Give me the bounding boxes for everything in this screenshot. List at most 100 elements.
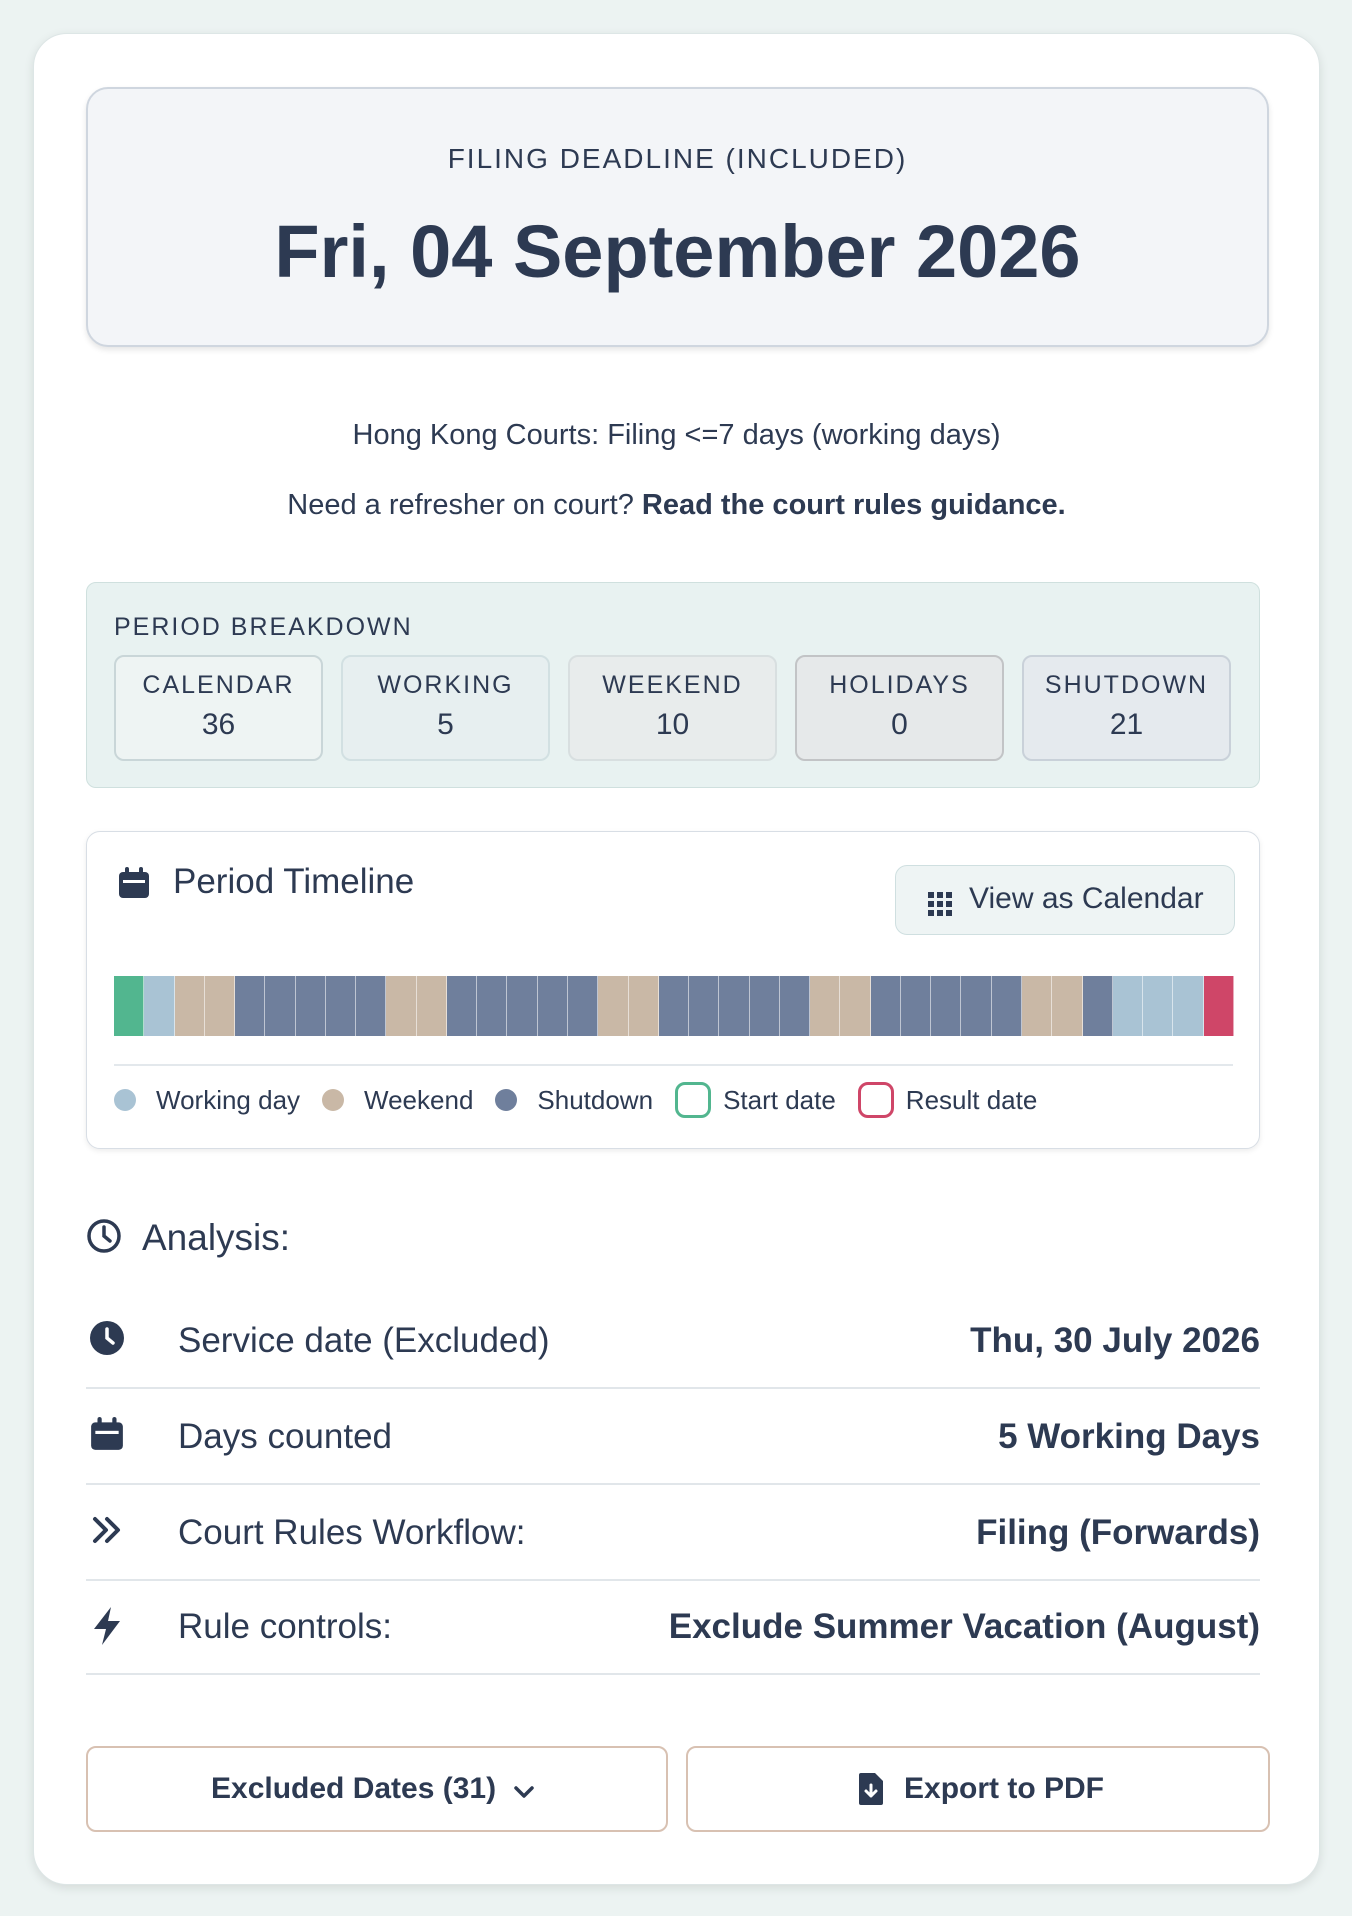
timeline-day-shutdown — [719, 976, 750, 1036]
timeline-day-shutdown — [265, 976, 296, 1036]
legend-item: Start date — [675, 1082, 836, 1118]
legend-item: Working day — [114, 1085, 300, 1116]
stat-label: WEEKEND — [602, 671, 743, 699]
timeline-day-result — [1203, 976, 1234, 1036]
stat-label: HOLIDAYS — [829, 671, 970, 699]
legend-label: Shutdown — [537, 1084, 654, 1115]
timeline-day-working — [144, 976, 175, 1036]
timeline-day-weekend — [174, 976, 205, 1036]
timeline-day-shutdown — [658, 976, 690, 1036]
timeline-day-shutdown — [870, 976, 901, 1036]
timeline-day-weekend — [628, 976, 659, 1036]
rule-description: Hong Kong Courts: Filing <=7 days (worki… — [352, 419, 1001, 451]
timeline-day-weekend — [840, 976, 871, 1036]
timeline-day-shutdown — [991, 976, 1022, 1036]
row-value: Filing (Forwards) — [976, 1513, 1260, 1552]
deadline-result-box: FILING DEADLINE (INCLUDED) Fri, 04 Septe… — [86, 87, 1269, 347]
timeline-day-shutdown — [900, 976, 932, 1036]
timeline-day-weekend — [810, 976, 841, 1036]
file-download-icon — [858, 1772, 884, 1814]
timeline-day-shutdown — [749, 976, 780, 1036]
stat-shutdown: SHUTDOWN 21 — [1022, 655, 1231, 761]
timeline-bar — [114, 976, 1234, 1036]
court-rules-guidance-link[interactable]: Read the court rules guidance. — [642, 489, 1066, 521]
stat-value: 36 — [201, 708, 236, 741]
timeline-day-weekend — [1021, 976, 1053, 1036]
legend-ring-icon — [675, 1082, 712, 1118]
chevron-down-icon — [512, 1778, 536, 1812]
divider — [114, 1064, 1233, 1066]
timeline-day-shutdown — [567, 976, 599, 1036]
deadline-label: FILING DEADLINE (INCLUDED) — [447, 143, 908, 174]
timeline-day-weekend — [1052, 976, 1083, 1036]
timeline-day-weekend — [598, 976, 629, 1036]
timeline-day-shutdown — [295, 976, 326, 1036]
timeline-day-shutdown — [779, 976, 811, 1036]
stat-value: 5 — [437, 708, 454, 741]
row-value: Thu, 30 July 2026 — [970, 1321, 1260, 1360]
analysis-row-days-counted: Days counted 5 Working Days — [86, 1389, 1260, 1485]
legend-ring-icon — [857, 1082, 894, 1118]
calendar-icon — [89, 1416, 125, 1457]
excluded-dates-button[interactable]: Excluded Dates (31) — [86, 1746, 668, 1832]
timeline-day-weekend — [416, 976, 447, 1036]
timeline-day-shutdown — [507, 976, 538, 1036]
legend-dot-icon — [322, 1089, 345, 1111]
legend-item: Result date — [857, 1082, 1038, 1118]
legend-dot-icon — [114, 1089, 136, 1111]
deadline-date: Fri, 04 September 2026 — [274, 210, 1081, 293]
timeline-title: Period Timeline — [173, 862, 415, 901]
export-pdf-label: Export to PDF — [904, 1772, 1104, 1805]
analysis-header: Analysis: — [86, 1217, 290, 1259]
stat-label: CALENDAR — [142, 671, 295, 699]
row-label: Rule controls: — [178, 1607, 392, 1646]
stat-label: WORKING — [377, 671, 514, 699]
timeline-day-working — [1143, 976, 1174, 1036]
timeline-day-shutdown — [477, 976, 508, 1036]
analysis-title: Analysis: — [142, 1217, 291, 1258]
timeline-day-weekend — [204, 976, 236, 1036]
timeline-day-shutdown — [689, 976, 720, 1036]
stat-value: 21 — [1109, 708, 1144, 741]
analysis-row-rule-controls: Rule controls: Exclude Summer Vacation (… — [86, 1579, 1260, 1675]
timeline-day-shutdown — [235, 976, 266, 1036]
stat-holidays: HOLIDAYS 0 — [795, 655, 1004, 761]
timeline-day-weekend — [386, 976, 417, 1036]
excluded-dates-label: Excluded Dates (31) — [211, 1772, 497, 1805]
view-as-calendar-label: View as Calendar — [969, 882, 1204, 915]
stat-working: WORKING 5 — [341, 655, 550, 761]
period-timeline: Period Timeline View as Calendar Working… — [86, 831, 1260, 1149]
row-value: Exclude Summer Vacation (August) — [668, 1607, 1260, 1646]
view-as-calendar-button[interactable]: View as Calendar — [895, 865, 1235, 935]
legend-label: Start date — [723, 1084, 836, 1115]
row-label: Court Rules Workflow: — [178, 1513, 526, 1552]
result-card: FILING DEADLINE (INCLUDED) Fri, 04 Septe… — [33, 33, 1320, 1885]
breakdown-title: PERIOD BREAKDOWN — [114, 613, 413, 641]
timeline-day-working — [1173, 976, 1204, 1036]
legend-item: Weekend — [322, 1085, 473, 1116]
refresher-text: Need a refresher on court? Read the cour… — [34, 489, 1319, 522]
timeline-legend: Working day Weekend Shutdown Start date Resu… — [114, 1080, 1059, 1120]
stat-value: 10 — [655, 708, 690, 741]
timeline-day-shutdown — [356, 976, 387, 1036]
timeline-day-working — [1112, 976, 1144, 1036]
stat-calendar: CALENDAR 36 — [114, 655, 323, 761]
legend-label: Weekend — [364, 1084, 474, 1115]
timeline-day-shutdown — [325, 976, 357, 1036]
row-label: Service date (Excluded) — [178, 1321, 550, 1360]
analysis-row-workflow: Court Rules Workflow: Filing (Forwards) — [86, 1485, 1260, 1581]
timeline-day-shutdown — [931, 976, 962, 1036]
timeline-day-shutdown — [961, 976, 992, 1036]
export-pdf-button[interactable]: Export to PDF — [686, 1746, 1270, 1832]
stat-label: SHUTDOWN — [1044, 671, 1209, 699]
legend-label: Result date — [905, 1084, 1038, 1115]
bolt-icon — [89, 1606, 125, 1651]
legend-label: Working day — [156, 1084, 301, 1115]
timeline-day-shutdown — [537, 976, 568, 1036]
period-breakdown: PERIOD BREAKDOWN CALENDAR 36 WORKING 5 W… — [86, 582, 1260, 788]
timeline-day-shutdown — [1082, 976, 1113, 1036]
stat-weekend: WEEKEND 10 — [568, 655, 777, 761]
analysis-row-service-date: Service date (Excluded) Thu, 30 July 202… — [86, 1293, 1260, 1389]
double-chevron-right-icon — [89, 1512, 125, 1553]
calendar-icon — [117, 866, 151, 905]
